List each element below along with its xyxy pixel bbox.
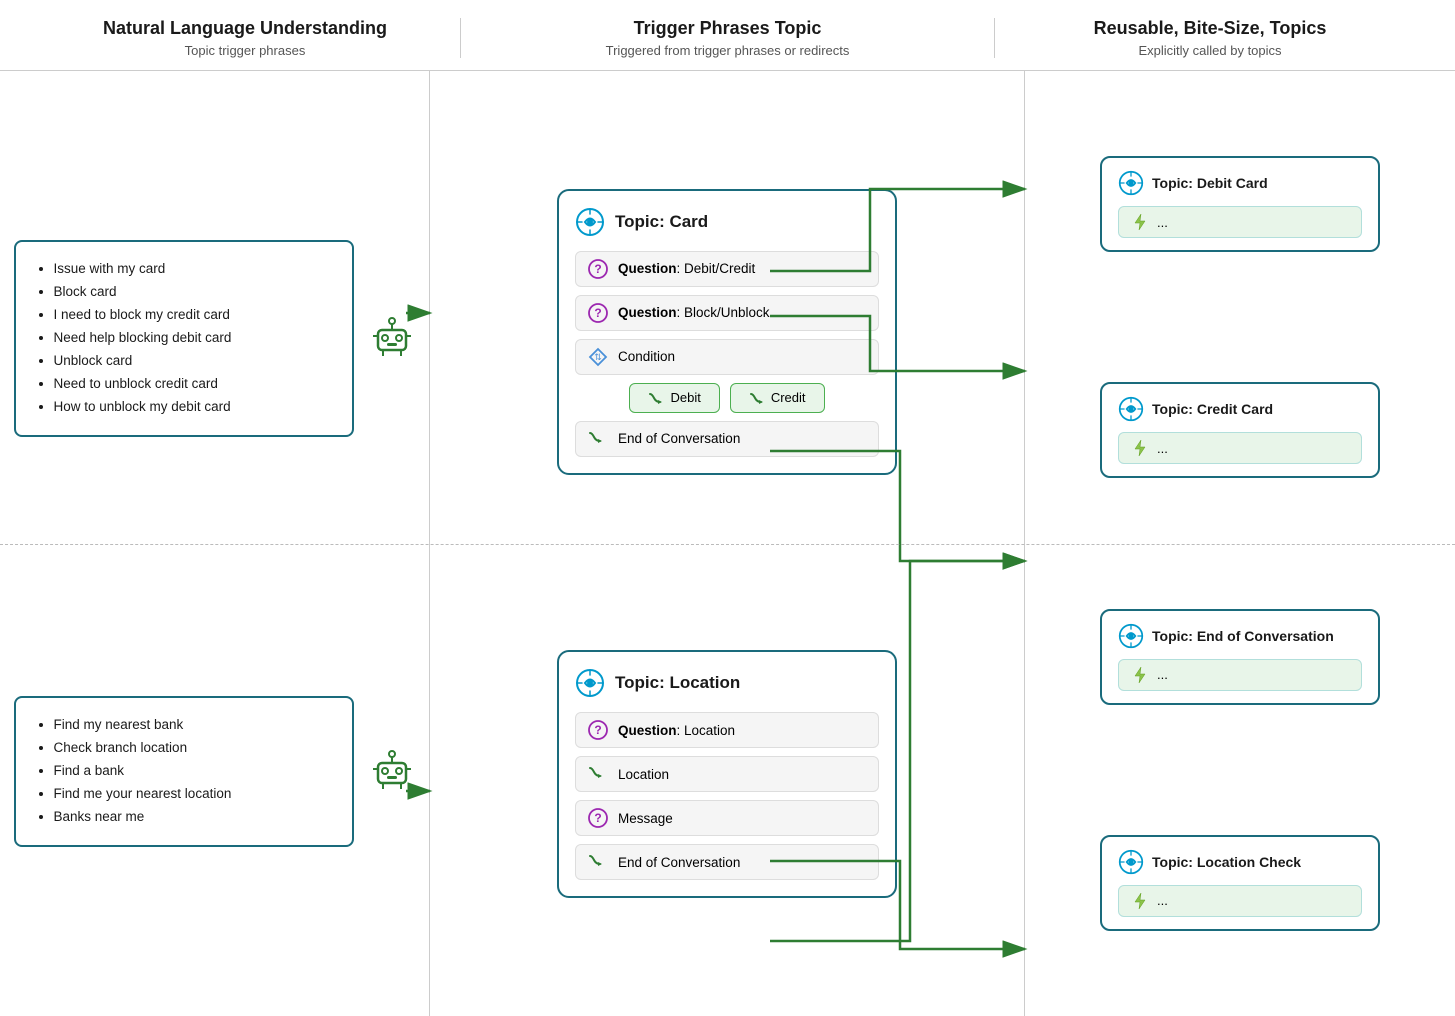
reuse-card-debit: Topic: Debit Card ... (1100, 156, 1380, 252)
reuse-icon-debit (1118, 170, 1144, 196)
lightning-icon-debit (1131, 213, 1149, 231)
node-condition: ⇅ Condition (575, 339, 879, 375)
reuse-card-end-header: Topic: End of Conversation (1118, 623, 1362, 649)
row-divider (0, 544, 1455, 545)
header-sub-reuse: Explicitly called by topics (995, 43, 1425, 58)
topic-card-location-title: Topic: Location (615, 673, 740, 693)
robot-svg-1 (368, 312, 416, 360)
topic-card-card-title: Topic: Card (615, 212, 708, 232)
end-icon-card (588, 429, 608, 449)
condition-icon: ⇅ (588, 347, 608, 367)
lightning-icon-loccheck (1131, 892, 1149, 910)
header-title-reuse: Reusable, Bite-Size, Topics (995, 18, 1425, 39)
topic-card-card: Topic: Card ? Question: Debit/Credit ? (557, 189, 897, 475)
branch-icon-debit (648, 390, 664, 406)
nlu-row-2: Find my nearest bank Check branch locati… (14, 696, 416, 847)
question-icon-2: ? (588, 303, 608, 323)
lightning-icon-end (1131, 666, 1149, 684)
header-col-nlu: Natural Language Understanding Topic tri… (30, 18, 460, 58)
reuse-icon-end (1118, 623, 1144, 649)
goto-icon-location (588, 764, 608, 784)
reuse-card-end: Topic: End of Conversation ... (1100, 609, 1380, 705)
reuse-end-content: ... (1118, 659, 1362, 691)
reuse-icon-loccheck (1118, 849, 1144, 875)
question-icon-1: ? (588, 259, 608, 279)
node-question-block-unblock: ? Question: Block/Unblock (575, 295, 879, 331)
nlu-box-card: Issue with my card Block card I need to … (14, 240, 354, 437)
lightning-icon-credit (1131, 439, 1149, 457)
reuse-card-end-title: Topic: End of Conversation (1152, 628, 1334, 644)
branch-debit: Debit (629, 383, 719, 413)
branch-icon-credit (749, 390, 765, 406)
topic-card-card-header: Topic: Card (575, 207, 879, 237)
reuse-card-debit-title: Topic: Debit Card (1152, 175, 1268, 191)
svg-text:?: ? (594, 306, 601, 320)
reuse-card-loccheck: Topic: Location Check ... (1100, 835, 1380, 931)
question-icon-msg: ? (588, 808, 608, 828)
end-icon-location (588, 852, 608, 872)
topic-icon-location (575, 668, 605, 698)
nlu-row-1: Issue with my card Block card I need to … (14, 240, 416, 437)
svg-text:?: ? (594, 723, 601, 737)
diagram-container: Natural Language Understanding Topic tri… (0, 0, 1455, 1016)
topic-card-location: Topic: Location ? Question: Location (557, 650, 897, 898)
header-title-trigger: Trigger Phrases Topic (461, 18, 994, 39)
node-question-location: ? Question: Location (575, 712, 879, 748)
header-col-reuse: Reusable, Bite-Size, Topics Explicitly c… (995, 18, 1425, 58)
question-icon-loc: ? (588, 720, 608, 740)
svg-text:⇅: ⇅ (594, 352, 602, 362)
topic-icon-card (575, 207, 605, 237)
nlu-box-location: Find my nearest bank Check branch locati… (14, 696, 354, 847)
reuse-card-loccheck-title: Topic: Location Check (1152, 854, 1301, 870)
reuse-icon-credit (1118, 396, 1144, 422)
node-question-debit-credit: ? Question: Debit/Credit (575, 251, 879, 287)
svg-text:?: ? (594, 262, 601, 276)
reuse-card-debit-header: Topic: Debit Card (1118, 170, 1362, 196)
header: Natural Language Understanding Topic tri… (0, 0, 1455, 71)
header-sub-nlu: Topic trigger phrases (30, 43, 460, 58)
topic-card-location-header: Topic: Location (575, 668, 879, 698)
header-title-nlu: Natural Language Understanding (30, 18, 460, 39)
header-sub-trigger: Triggered from trigger phrases or redire… (461, 43, 994, 58)
main-body: Issue with my card Block card I need to … (0, 71, 1455, 1016)
reuse-credit-content: ... (1118, 432, 1362, 464)
reuse-debit-content: ... (1118, 206, 1362, 238)
node-end-location: End of Conversation (575, 844, 879, 880)
branch-credit: Credit (730, 383, 825, 413)
header-col-trigger: Trigger Phrases Topic Triggered from tri… (460, 18, 995, 58)
node-message: ? Message (575, 800, 879, 836)
reuse-card-loccheck-header: Topic: Location Check (1118, 849, 1362, 875)
reuse-card-credit: Topic: Credit Card ... (1100, 382, 1380, 478)
robot-icon-2 (368, 745, 416, 798)
robot-svg-2 (368, 745, 416, 793)
reuse-loccheck-content: ... (1118, 885, 1362, 917)
condition-branches: Debit Credit (575, 383, 879, 413)
node-end-card: End of Conversation (575, 421, 879, 457)
node-location-goto: Location (575, 756, 879, 792)
robot-icon-1 (368, 312, 416, 365)
svg-text:?: ? (594, 811, 601, 825)
reuse-card-credit-title: Topic: Credit Card (1152, 401, 1273, 417)
reuse-card-credit-header: Topic: Credit Card (1118, 396, 1362, 422)
